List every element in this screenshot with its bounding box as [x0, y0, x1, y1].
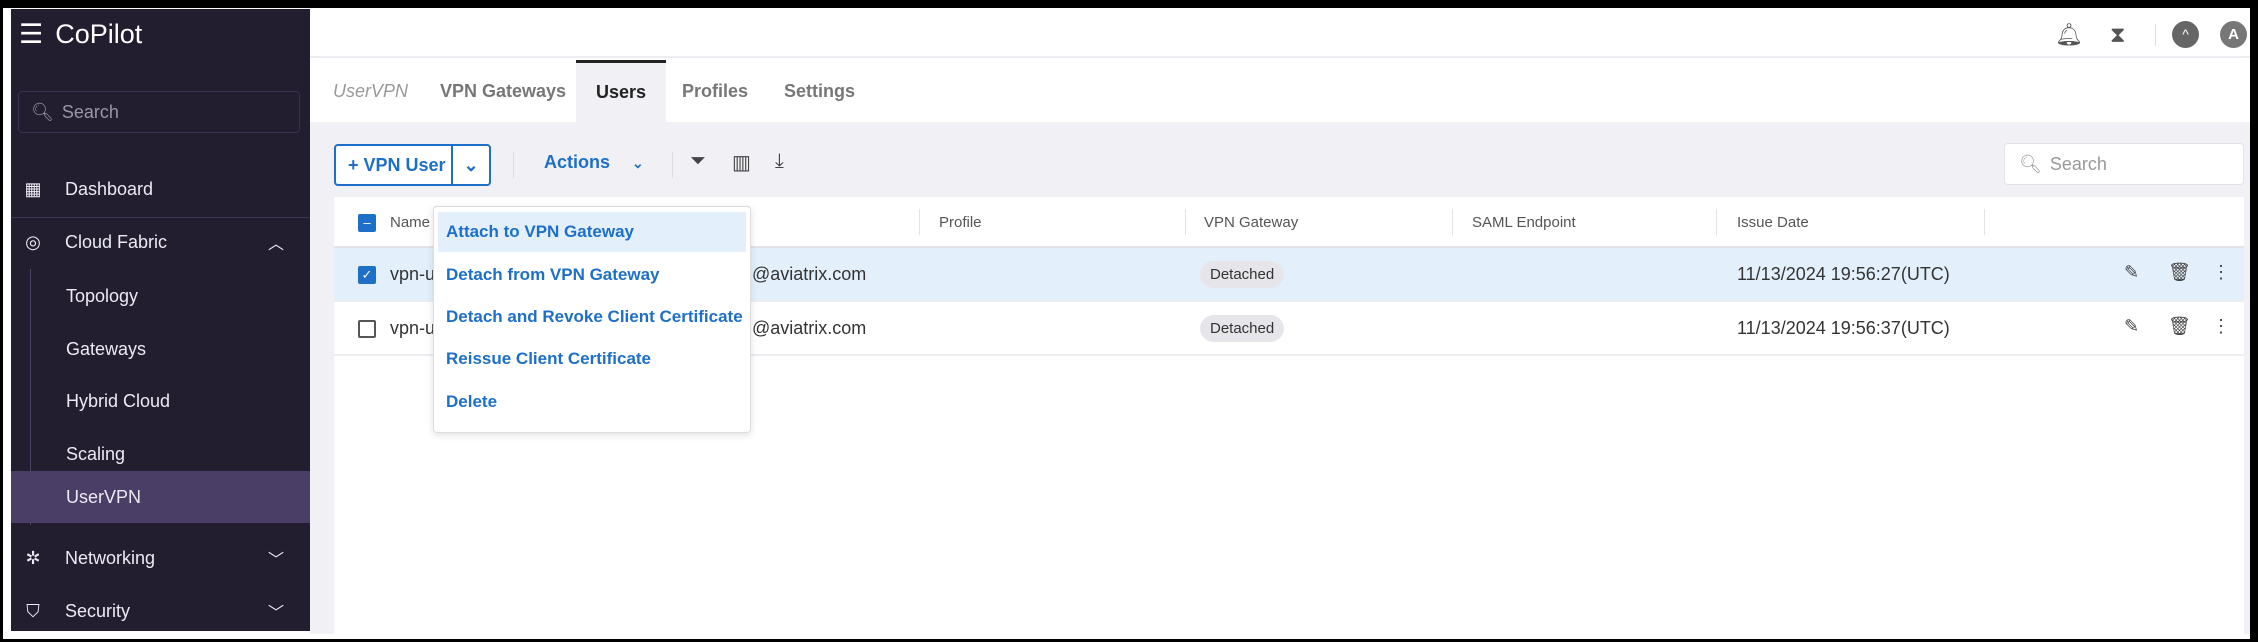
window-border	[0, 0, 2258, 642]
